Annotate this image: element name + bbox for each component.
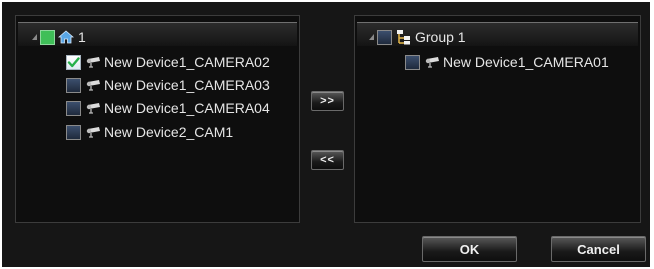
tree-root-label: Group 1 <box>415 29 466 45</box>
tree-root-group[interactable]: Group 1 <box>369 26 466 48</box>
device-assignment-dialog: 1 New Device1_CAMERA02 New Device1_CAMER… <box>2 2 650 267</box>
expand-arrow-icon[interactable] <box>32 34 37 40</box>
camera-icon <box>84 100 102 116</box>
camera-icon <box>84 124 102 140</box>
tree-item[interactable]: New Device1_CAMERA02 <box>66 51 270 73</box>
checkmark-icon <box>67 56 80 67</box>
tree-item[interactable]: New Device1_CAMERA03 <box>66 74 270 96</box>
tree-item-label: New Device1_CAMERA02 <box>104 54 270 70</box>
group-devices-panel: Group 1 New Device1_CAMERA01 <box>354 15 641 223</box>
expand-arrow-icon[interactable] <box>369 34 374 40</box>
remove-from-group-button[interactable]: << <box>311 150 344 170</box>
camera-icon <box>423 54 441 70</box>
tree-item[interactable]: New Device1_CAMERA04 <box>66 97 270 119</box>
tree-item-label: New Device1_CAMERA03 <box>104 77 270 93</box>
root-checkbox[interactable] <box>40 29 55 45</box>
home-icon <box>58 29 76 45</box>
root-checkbox[interactable] <box>377 29 392 45</box>
tree-root-1[interactable]: 1 <box>32 26 86 48</box>
tree-item[interactable]: New Device2_CAM1 <box>66 121 233 143</box>
cancel-button[interactable]: Cancel <box>551 236 646 262</box>
group-icon <box>395 29 413 45</box>
camera-icon <box>84 77 102 93</box>
camera-icon <box>84 54 102 70</box>
add-to-group-button[interactable]: >> <box>311 91 344 111</box>
tree-item-label: New Device2_CAM1 <box>104 124 234 140</box>
tree-item[interactable]: New Device1_CAMERA01 <box>405 51 609 73</box>
item-checkbox[interactable] <box>66 100 81 116</box>
available-devices-panel: 1 New Device1_CAMERA02 New Device1_CAMER… <box>15 15 300 223</box>
item-checkbox[interactable] <box>66 77 81 93</box>
tree-item-label: New Device1_CAMERA01 <box>443 54 609 70</box>
item-checkbox[interactable] <box>66 54 81 70</box>
tree-root-label: 1 <box>78 29 86 45</box>
item-checkbox[interactable] <box>405 54 420 70</box>
ok-button[interactable]: OK <box>422 236 517 262</box>
tree-item-label: New Device1_CAMERA04 <box>104 100 270 116</box>
item-checkbox[interactable] <box>66 124 81 140</box>
